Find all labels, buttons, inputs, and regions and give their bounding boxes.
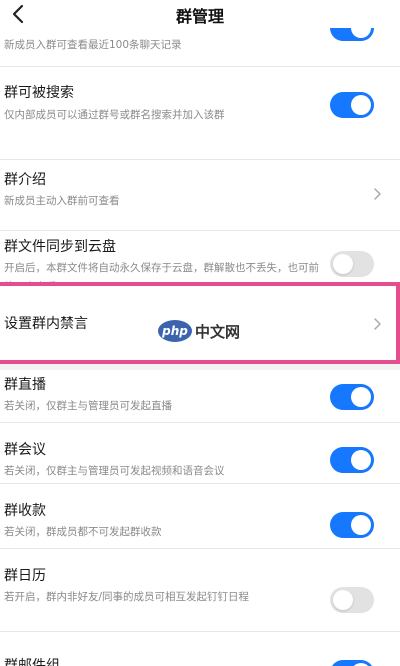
toggle-knob xyxy=(351,450,371,470)
setting-title: 群日历 xyxy=(4,568,46,584)
setting-title: 群文件同步到云盘 xyxy=(4,239,116,255)
meeting-toggle[interactable] xyxy=(330,447,374,473)
watermark: php 中文网 xyxy=(158,320,240,342)
setting-desc: 若关闭，群成员都不可发起群收款 xyxy=(4,526,162,538)
toggle-knob xyxy=(351,95,371,115)
setting-title: 群可被搜索 xyxy=(4,85,74,101)
toggle-knob xyxy=(333,254,353,274)
page-title: 群管理 xyxy=(175,7,224,26)
setting-row-payment: 群收款 若关闭，群成员都不可发起群收款 xyxy=(0,484,400,548)
calendar-toggle[interactable] xyxy=(330,587,374,613)
setting-row-live: 群直播 若关闭，仅群主与管理员可发起直播 xyxy=(0,370,400,422)
setting-row-searchable: 群可被搜索 仅内部成员可以通过群号或群名搜索并加入该群 xyxy=(0,67,400,159)
setting-desc: 新成员主动入群前可查看 xyxy=(4,195,120,207)
setting-row-mail-group: 群邮件组 xyxy=(0,632,400,666)
setting-row-intro[interactable]: 群介绍 新成员主动入群前可查看 xyxy=(0,160,400,230)
toggle-knob xyxy=(351,387,371,407)
setting-row-history: 新成员入群可查看最近100条聊天记录 xyxy=(0,15,400,66)
setting-row-calendar: 群日历 若开启，群内非好友/同事的成员可相互发起钉钉日程 xyxy=(0,549,400,631)
setting-title: 群会议 xyxy=(4,442,46,458)
chevron-right-icon xyxy=(374,188,381,200)
cloud-sync-toggle[interactable] xyxy=(330,251,374,277)
watermark-text: 中文网 xyxy=(195,322,241,341)
toggle-knob xyxy=(333,590,353,610)
setting-title: 群直播 xyxy=(4,377,46,393)
mail-group-toggle[interactable] xyxy=(330,660,374,666)
setting-row-cloud-sync: 群文件同步到云盘 开启后，本群文件将自动永久保存于云盘，群解散也不丢失，也可前往… xyxy=(0,231,400,293)
payment-toggle[interactable] xyxy=(330,512,374,538)
php-logo-icon: php xyxy=(158,320,192,342)
setting-desc: 若关闭，仅群主与管理员可发起视频和语音会议 xyxy=(4,465,225,477)
toggle-knob xyxy=(351,515,371,535)
setting-desc: 新成员入群可查看最近100条聊天记录 xyxy=(4,39,182,51)
setting-desc: 若开启，群内非好友/同事的成员可相互发起钉钉日程 xyxy=(4,591,250,603)
setting-title: 群介绍 xyxy=(4,172,46,188)
live-toggle[interactable] xyxy=(330,384,374,410)
setting-title: 群邮件组 xyxy=(4,658,60,666)
searchable-toggle[interactable] xyxy=(330,92,374,118)
navigation-bar: 群管理 xyxy=(0,0,400,28)
setting-desc: 仅内部成员可以通过群号或群名搜索并加入该群 xyxy=(4,109,225,121)
setting-row-meeting: 群会议 若关闭，仅群主与管理员可发起视频和语音会议 xyxy=(0,423,400,483)
setting-desc: 若关闭，仅群主与管理员可发起直播 xyxy=(4,400,172,412)
setting-title: 群收款 xyxy=(4,503,46,519)
